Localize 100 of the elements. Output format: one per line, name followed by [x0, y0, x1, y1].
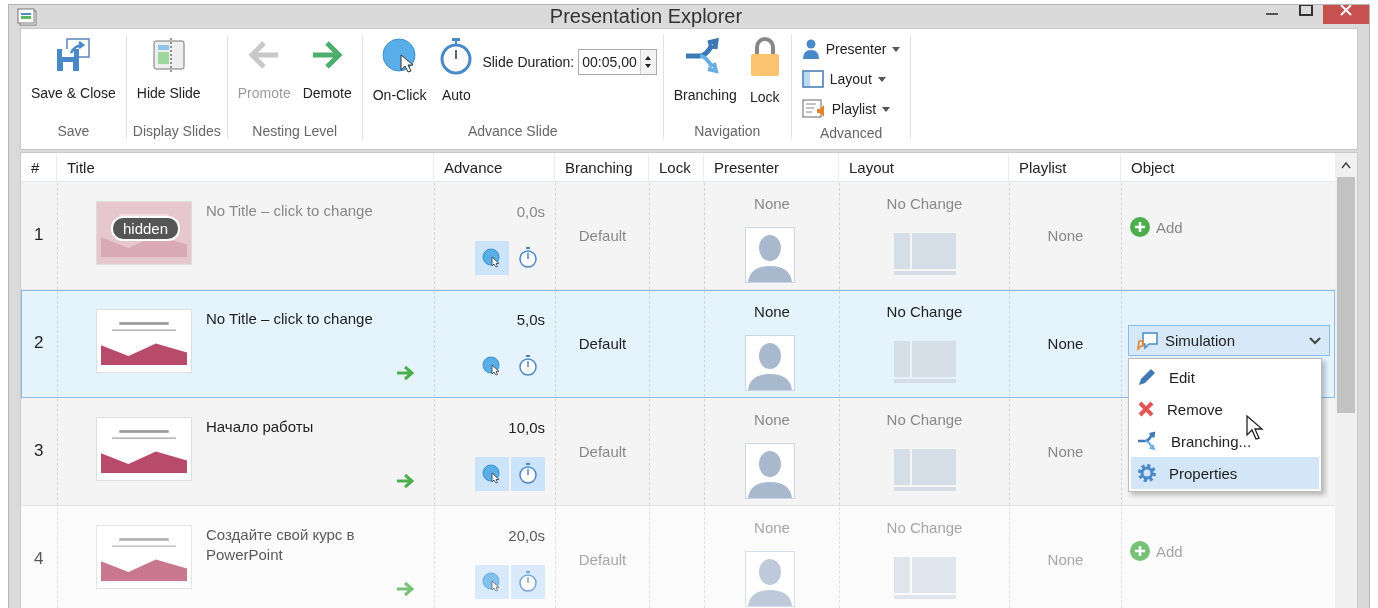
- presenter-text: None: [753, 411, 791, 428]
- cross-icon: [1137, 400, 1155, 418]
- click-circle-icon: [380, 37, 419, 75]
- layout-text: No Change: [885, 411, 964, 428]
- menu-item[interactable]: Edit: [1131, 361, 1319, 393]
- pencil-icon: [1137, 367, 1157, 387]
- duration-text: 10,0s: [508, 419, 545, 436]
- layout-text: No Change: [885, 195, 964, 212]
- slide-row[interactable]: 4 Создайте свой курс в PowerPoint 20,0s Default None No Change None Add: [21, 506, 1335, 608]
- duration-text: 5,0s: [516, 311, 545, 328]
- playlist-icon: [801, 99, 826, 119]
- branching-text: Default: [577, 227, 628, 244]
- on-click-toggle[interactable]: [475, 457, 509, 491]
- caret-icon: [877, 76, 886, 82]
- app-icon: [17, 7, 37, 26]
- menu-item[interactable]: Properties: [1131, 457, 1319, 489]
- padlock-icon: [748, 37, 781, 77]
- plus-circle-icon: [1130, 217, 1150, 237]
- layout-preview-icon: [894, 233, 956, 275]
- row-number: 1: [34, 225, 44, 245]
- duration-field[interactable]: 00:05,00: [578, 49, 657, 75]
- presenter-text: None: [753, 519, 791, 536]
- playlist-text: None: [1046, 335, 1085, 352]
- close-icon: [1340, 5, 1352, 16]
- ribbon-button[interactable]: On-Click: [368, 35, 431, 105]
- slide-row[interactable]: 1 hidden No Title – click to change 0,0s Default None No Change None Add: [21, 182, 1335, 290]
- stopwatch-icon: [518, 463, 538, 485]
- avatar-placeholder: [745, 551, 795, 607]
- group-label: Advanced: [818, 124, 884, 141]
- click-circle-icon: [482, 464, 502, 484]
- stopwatch-icon: [518, 571, 538, 593]
- hidden-badge: hidden: [111, 216, 181, 241]
- plus-circle-icon: [1130, 541, 1150, 561]
- duration-text: 20,0s: [508, 527, 545, 544]
- slide-title: Начало работы: [206, 417, 315, 437]
- group-label: Advance Slide: [466, 122, 559, 139]
- playlist-text: None: [1046, 443, 1085, 460]
- column-header: Title: [56, 153, 433, 181]
- ribbon-button[interactable]: Branching: [669, 35, 741, 105]
- layout-preview-icon: [894, 449, 956, 491]
- window-title: Presentation Explorer: [548, 5, 744, 28]
- gear-icon: [1137, 463, 1157, 483]
- auto-toggle[interactable]: [511, 457, 545, 491]
- avatar-placeholder: [745, 443, 795, 499]
- column-header: Playlist: [1008, 153, 1120, 181]
- on-click-toggle[interactable]: [475, 565, 509, 599]
- column-header: Branching: [554, 153, 648, 181]
- ribbon-button[interactable]: Save & Close: [27, 35, 120, 103]
- dropdown-button[interactable]: Layout: [797, 65, 890, 93]
- ribbon-button[interactable]: Demote: [298, 35, 356, 103]
- row-number: 3: [34, 441, 44, 461]
- duration-label: Slide Duration:: [482, 54, 575, 70]
- branching-text: Default: [577, 551, 628, 568]
- playlist-text: None: [1046, 551, 1085, 568]
- stopwatch-icon: [518, 247, 538, 269]
- on-click-toggle[interactable]: [475, 241, 509, 275]
- maximize-icon: [1299, 5, 1313, 16]
- slide-title: Создайте свой курс в PowerPoint: [206, 525, 356, 565]
- hide-slide-icon: [150, 37, 187, 73]
- column-header: Presenter: [703, 153, 838, 181]
- auto-toggle[interactable]: [511, 565, 545, 599]
- speech-bubble-icon: [1137, 330, 1159, 351]
- layout-text: No Change: [885, 519, 964, 536]
- slide-title: No Title – click to change: [206, 309, 374, 329]
- layout-text: No Change: [885, 303, 964, 320]
- group-label: Display Slides: [132, 122, 221, 139]
- row-number: 4: [34, 549, 44, 569]
- ribbon-button[interactable]: Auto: [434, 35, 479, 105]
- column-header: Advance: [433, 153, 554, 181]
- column-header: Lock: [648, 153, 703, 181]
- group-label: Save: [56, 122, 91, 139]
- click-circle-icon: [482, 248, 502, 268]
- duration-text: 0,0s: [516, 203, 545, 220]
- branching-text: Default: [577, 443, 628, 460]
- dropdown-button[interactable]: Playlist: [797, 95, 895, 123]
- slide-title: No Title – click to change: [206, 201, 374, 221]
- click-circle-icon: [482, 356, 502, 376]
- column-header: #: [30, 157, 41, 178]
- scroll-thumb[interactable]: [1337, 177, 1355, 413]
- layout-icon: [801, 70, 824, 88]
- person-icon: [801, 39, 820, 59]
- avatar-placeholder: [745, 227, 795, 283]
- presenter-text: None: [753, 195, 791, 212]
- layout-preview-icon: [894, 557, 956, 599]
- caret-icon: [892, 46, 901, 52]
- branching-text: Default: [577, 335, 628, 352]
- ribbon-button[interactable]: Hide Slide: [132, 35, 205, 103]
- spin-buttons[interactable]: [639, 50, 656, 74]
- presenter-text: None: [753, 303, 791, 320]
- stopwatch-icon: [518, 355, 538, 377]
- chevron-down-icon: [1309, 336, 1321, 345]
- object-dropdown[interactable]: Simulation: [1128, 325, 1330, 356]
- playlist-text: None: [1046, 227, 1085, 244]
- dropdown-button[interactable]: Presenter: [797, 35, 905, 63]
- menu-item[interactable]: Branching...: [1131, 425, 1319, 457]
- ribbon-button[interactable]: Lock: [744, 35, 785, 107]
- minimize-icon: [1266, 12, 1278, 15]
- scroll-up-icon: [1341, 161, 1351, 169]
- column-header: Layout: [838, 153, 1008, 181]
- row-number: 2: [34, 333, 44, 353]
